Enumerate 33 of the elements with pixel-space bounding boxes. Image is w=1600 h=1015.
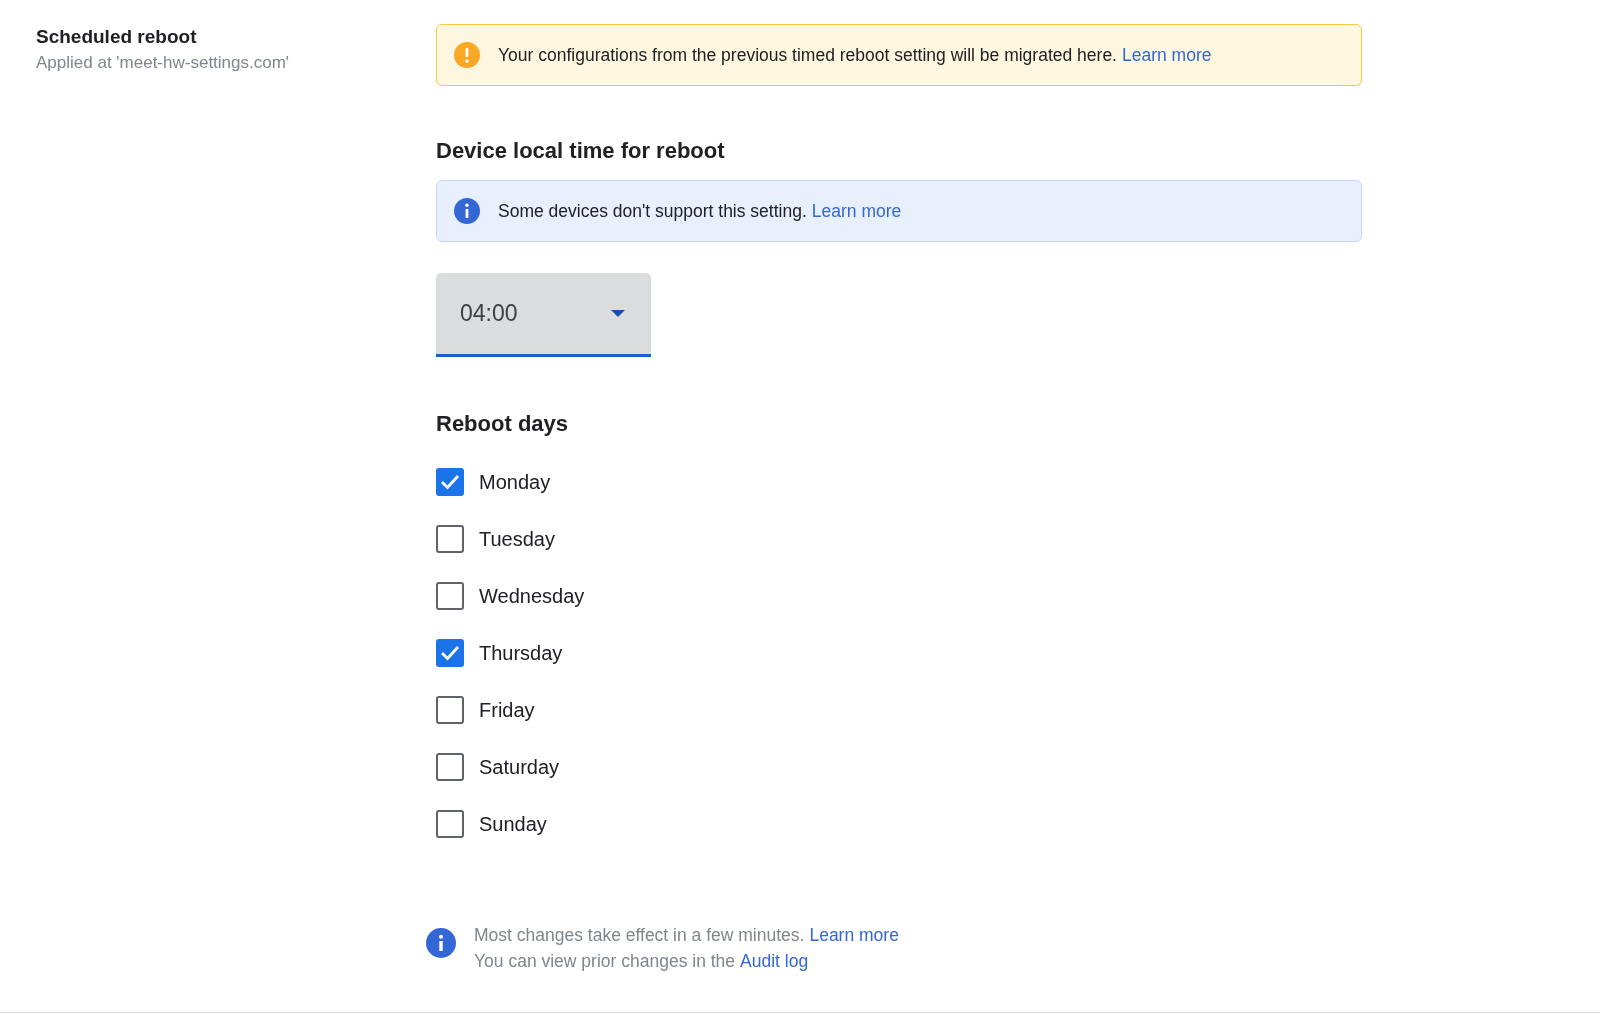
section-heading: Reboot days — [436, 410, 570, 438]
footer-text: You can view prior changes in the — [474, 950, 736, 973]
footer-text: Most changes take effect in a few minutes. — [474, 924, 805, 947]
warning-icon — [454, 42, 480, 68]
checkbox-label: Monday — [479, 469, 551, 495]
checkbox[interactable] — [436, 809, 464, 838]
checkbox[interactable] — [436, 524, 464, 553]
checkbox-label: Thursday — [479, 640, 563, 666]
caret-icon — [611, 310, 625, 317]
learn-more-link[interactable]: Learn more — [1122, 41, 1212, 69]
checkbox-label: Sunday — [479, 811, 547, 837]
checkbox-label: Wednesday — [479, 583, 585, 609]
banner-text: Your configurations from the previous timed reboot setting will be migrated here. — [498, 43, 1117, 67]
banner-text: Some devices don't support this setting. — [498, 199, 807, 223]
checkbox[interactable] — [436, 467, 464, 496]
checkbox[interactable] — [436, 752, 464, 781]
checkbox-label: Friday — [479, 697, 535, 723]
checkmark-icon — [440, 473, 460, 490]
footer-link[interactable]: Learn more — [809, 922, 899, 948]
time-dropdown[interactable]: 04:00 — [436, 273, 651, 357]
checkmark-icon — [440, 644, 460, 661]
footer-link[interactable]: Audit log — [740, 948, 809, 974]
info-icon — [426, 928, 456, 958]
checkbox[interactable] — [436, 638, 464, 667]
setting-subtitle: Applied at 'meet-hw-settings.com' — [36, 52, 291, 74]
checkbox-label: Tuesday — [479, 526, 555, 552]
checkbox-label: Saturday — [479, 754, 560, 780]
checkbox[interactable] — [436, 695, 464, 724]
setting-title: Scheduled reboot — [36, 25, 198, 49]
section-heading: Device local time for reboot — [436, 137, 726, 165]
info-icon — [454, 198, 480, 224]
checkbox[interactable] — [436, 581, 464, 610]
learn-more-link[interactable]: Learn more — [811, 197, 902, 225]
